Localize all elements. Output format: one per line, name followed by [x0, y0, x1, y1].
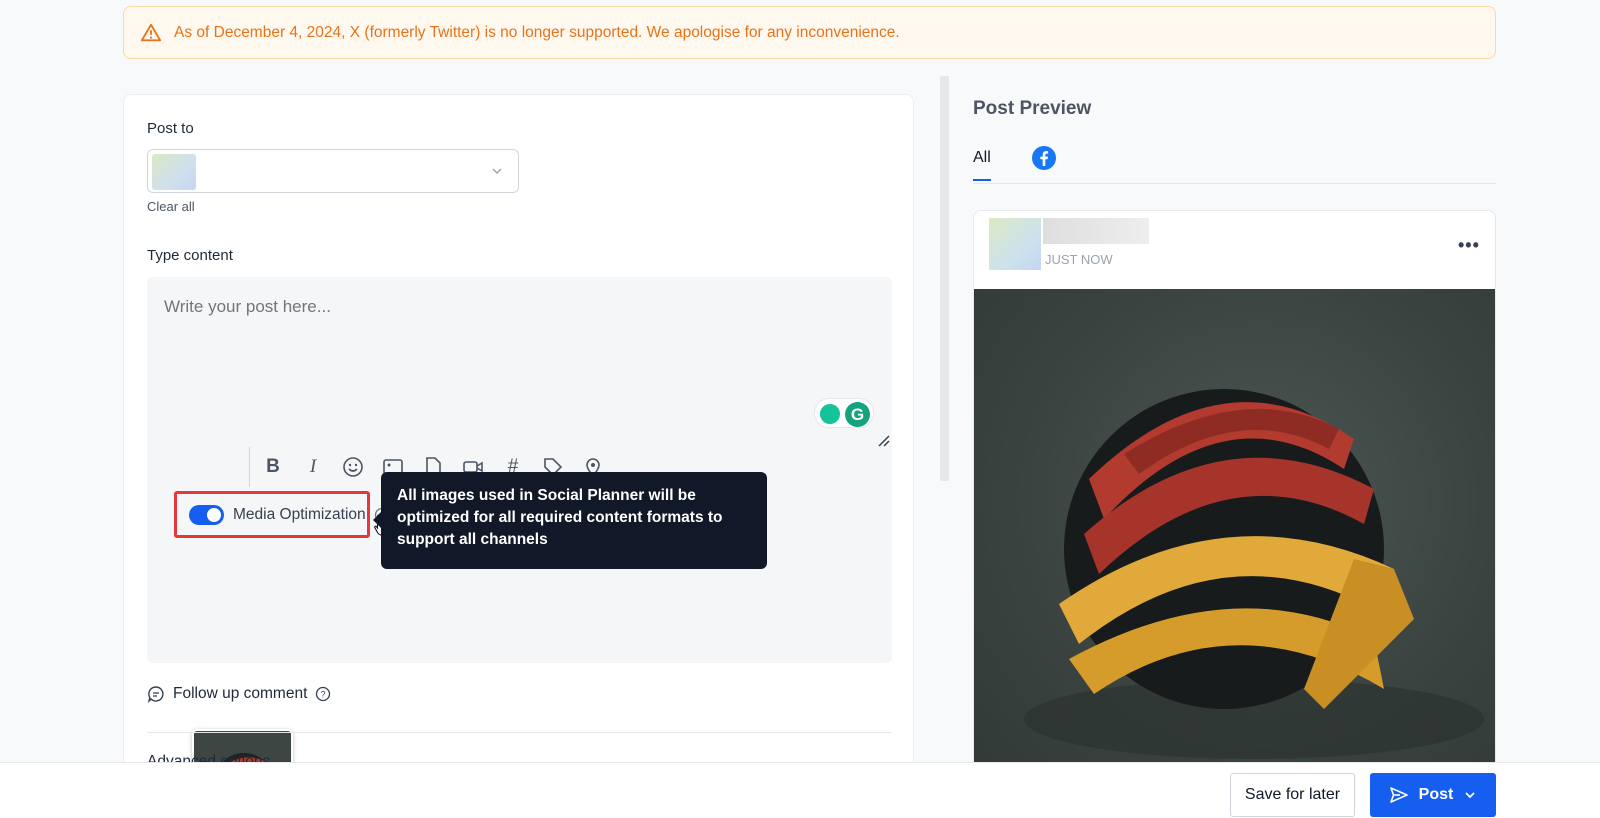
bottom-action-bar: [0, 762, 1600, 818]
bold-icon[interactable]: B: [262, 456, 284, 478]
facebook-post-preview: JUST NOW •••: [973, 210, 1496, 818]
preview-tabs: All: [973, 142, 1496, 184]
post-preview-title: Post Preview: [973, 98, 1092, 119]
post-content-input[interactable]: [164, 297, 784, 317]
chevron-down-icon: [1465, 792, 1475, 799]
post-button-label: Post: [1418, 786, 1454, 803]
grammarly-icon: G: [845, 402, 870, 427]
sphere-artwork: [1024, 389, 1484, 759]
warning-icon: [140, 23, 162, 41]
selected-account-avatar: [152, 154, 196, 190]
tab-all[interactable]: All: [973, 149, 991, 181]
page-avatar: [989, 218, 1041, 270]
post-to-label: Post to: [147, 120, 194, 137]
svg-text:?: ?: [321, 690, 326, 700]
more-options-icon[interactable]: •••: [1458, 235, 1480, 256]
help-icon[interactable]: ?: [315, 686, 331, 702]
post-editor-card: Post to Clear all Type content G B I #: [123, 94, 914, 818]
editor-scrollbar[interactable]: [940, 76, 949, 481]
chevron-down-icon: [492, 168, 502, 175]
media-optimization-tooltip: All images used in Social Planner will b…: [373, 472, 767, 569]
follow-up-label: Follow up comment: [173, 685, 308, 702]
post-preview-image: [974, 289, 1495, 817]
content-editor[interactable]: G B I # Media Optimization: [147, 277, 892, 818]
italic-icon[interactable]: I: [302, 456, 324, 478]
media-optimization-toggle-group: Media Optimization: [174, 491, 370, 538]
media-optimization-label: Media Optimization: [233, 505, 366, 523]
media-optimization-toggle[interactable]: [189, 504, 224, 525]
comment-icon: [147, 686, 164, 703]
clear-all-link[interactable]: Clear all: [147, 199, 195, 214]
lightbulb-icon: [820, 404, 840, 424]
section-divider: [147, 732, 892, 733]
emoji-icon[interactable]: [342, 456, 364, 478]
deprecation-banner: As of December 4, 2024, X (formerly Twit…: [123, 6, 1496, 59]
send-icon: [1389, 787, 1408, 803]
type-content-label: Type content: [147, 247, 233, 264]
facebook-icon[interactable]: [1031, 145, 1057, 171]
post-button[interactable]: Post: [1370, 773, 1496, 817]
banner-message: As of December 4, 2024, X (formerly Twit…: [174, 23, 900, 41]
follow-up-comment[interactable]: Follow up comment ?: [147, 685, 331, 703]
grammarly-widget[interactable]: G: [814, 398, 874, 428]
save-for-later-button[interactable]: Save for later: [1230, 773, 1355, 817]
account-select[interactable]: [147, 149, 519, 193]
page-name-placeholder: [1043, 218, 1149, 244]
resize-handle-icon[interactable]: [877, 434, 891, 448]
post-timestamp: JUST NOW: [1045, 252, 1113, 267]
